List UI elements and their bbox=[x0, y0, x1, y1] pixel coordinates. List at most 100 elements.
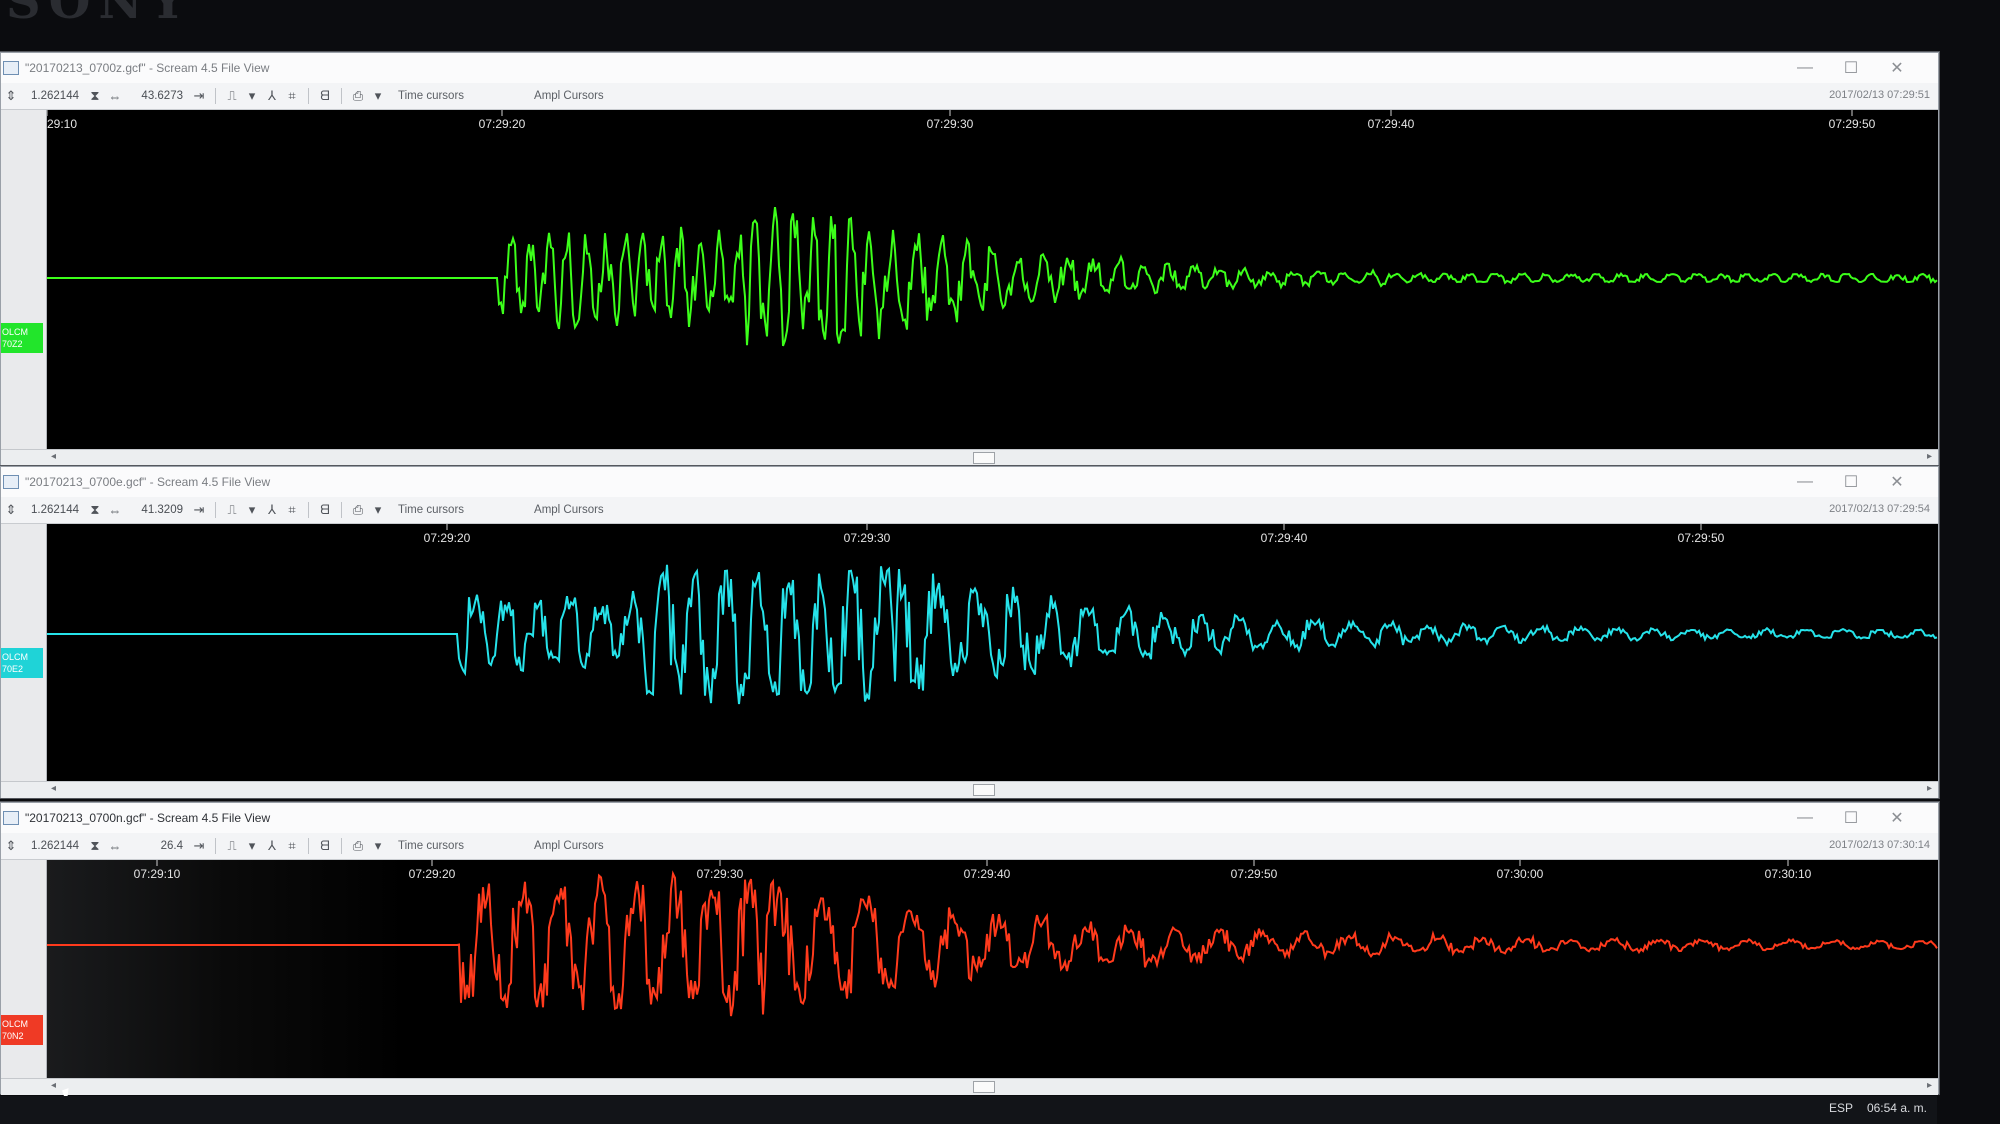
time-cursors-button[interactable]: Time cursors bbox=[398, 840, 464, 852]
compress-horizontal-icon[interactable]: ⇥ bbox=[189, 838, 209, 854]
gain-value[interactable]: 1.262144 bbox=[21, 90, 85, 102]
filter-icon[interactable]: ⎍ bbox=[222, 88, 242, 104]
maximize-button[interactable]: ☐ bbox=[1828, 808, 1874, 828]
language-indicator[interactable]: ESP bbox=[1829, 1101, 1853, 1115]
time-tick-label: 07:29:40 bbox=[1261, 531, 1308, 545]
print-dropdown-icon[interactable]: ▾ bbox=[368, 838, 388, 854]
scroll-thumb[interactable] bbox=[973, 452, 995, 464]
time-tick-label: 07:29:40 bbox=[964, 867, 1011, 881]
scroll-right-icon[interactable]: ▸ bbox=[1927, 1080, 1932, 1091]
filter-icon[interactable]: ⎍ bbox=[222, 838, 242, 854]
fit-icon[interactable]: ⌗ bbox=[282, 838, 302, 854]
time-cursors-button[interactable]: Time cursors bbox=[398, 504, 464, 516]
fit-icon[interactable]: ⌗ bbox=[282, 88, 302, 104]
stretch-horizontal-icon[interactable]: ⇔ bbox=[105, 503, 125, 518]
time-tick-label: 07:29:20 bbox=[424, 531, 471, 545]
horizontal-scrollbar[interactable]: ◂ ▸ bbox=[1, 781, 1938, 798]
scale-value[interactable]: 41.3209 bbox=[125, 504, 189, 516]
horizontal-scrollbar[interactable]: ◂ ▸ bbox=[1, 449, 1938, 466]
fit-icon[interactable]: ⌗ bbox=[282, 502, 302, 518]
channel-column: OLCM 70Z2 bbox=[1, 110, 47, 449]
compress-horizontal-icon[interactable]: ⇥ bbox=[189, 502, 209, 518]
system-tray[interactable]: ESP 06:54 a. m. bbox=[1829, 1101, 1927, 1115]
window-titlebar[interactable]: "20170213_0700e.gcf" - Scream 4.5 File V… bbox=[1, 467, 1938, 497]
gain-spin-icon[interactable]: ⇕ bbox=[1, 838, 21, 854]
scroll-left-icon[interactable]: ◂ bbox=[51, 783, 56, 794]
channel-tag[interactable]: OLCM 70E2 bbox=[1, 648, 43, 678]
channel-tag[interactable]: OLCM 70Z2 bbox=[1, 323, 43, 353]
file-view-window-e[interactable]: "20170213_0700e.gcf" - Scream 4.5 File V… bbox=[0, 466, 1939, 798]
dropdown-icon[interactable]: ▾ bbox=[242, 88, 262, 104]
close-button[interactable]: ✕ bbox=[1874, 58, 1920, 78]
toolbar: ⇕ 1.262144 ⧗ ⇔ 43.6273 ⇥ ⎍ ▾ ⅄ ⌗ ᗺ ⎙ ▾ T… bbox=[1, 83, 1938, 110]
ampl-cursors-button[interactable]: Ampl Cursors bbox=[534, 90, 604, 102]
gain-value[interactable]: 1.262144 bbox=[21, 840, 85, 852]
xy-icon[interactable]: ⅄ bbox=[262, 838, 282, 854]
file-view-window-z[interactable]: "20170213_0700z.gcf" - Scream 4.5 File V… bbox=[0, 52, 1939, 466]
print-icon[interactable]: ⎙ bbox=[348, 838, 368, 854]
gain-spin-icon[interactable]: ⇕ bbox=[1, 502, 21, 518]
waveform-plot[interactable]: 29:10 07:29:20 07:29:30 07:29:40 07:29:50 bbox=[47, 110, 1938, 449]
ampl-cursors-button[interactable]: Ampl Cursors bbox=[534, 840, 604, 852]
timestamp: 2017/02/13 07:29:51 bbox=[1829, 89, 1930, 101]
channel-column: OLCM 70N2 bbox=[1, 860, 47, 1078]
filter-icon[interactable]: ⎍ bbox=[222, 502, 242, 518]
maximize-button[interactable]: ☐ bbox=[1828, 472, 1874, 492]
minimize-button[interactable]: — bbox=[1782, 59, 1828, 77]
waveform-svg: 07:29:10 07:29:20 07:29:30 07:29:40 07:29:50… bbox=[47, 860, 1938, 1017]
print-dropdown-icon[interactable]: ▾ bbox=[368, 88, 388, 104]
hourglass-icon[interactable]: ⧗ bbox=[85, 502, 105, 518]
window-titlebar[interactable]: "20170213_0700n.gcf" - Scream 4.5 File V… bbox=[1, 803, 1938, 833]
waveform-plot[interactable]: 07:29:20 07:29:30 07:29:40 07:29:50 bbox=[47, 524, 1938, 781]
bit-icon[interactable]: ᗺ bbox=[315, 838, 335, 854]
waveform-plot[interactable]: 07:29:10 07:29:20 07:29:30 07:29:40 07:29:50… bbox=[47, 860, 1938, 1078]
dropdown-icon[interactable]: ▾ bbox=[242, 502, 262, 518]
dropdown-icon[interactable]: ▾ bbox=[242, 838, 262, 854]
scroll-left-icon[interactable]: ◂ bbox=[51, 451, 56, 462]
time-tick-label: 07:29:20 bbox=[409, 867, 456, 881]
hourglass-icon[interactable]: ⧗ bbox=[85, 88, 105, 104]
stretch-horizontal-icon[interactable]: ⇔ bbox=[105, 839, 125, 854]
bit-icon[interactable]: ᗺ bbox=[315, 502, 335, 518]
gain-value[interactable]: 1.262144 bbox=[21, 504, 85, 516]
close-button[interactable]: ✕ bbox=[1874, 808, 1920, 828]
horizontal-scrollbar[interactable]: ◂ ▸ bbox=[1, 1078, 1938, 1095]
scroll-thumb[interactable] bbox=[973, 784, 995, 796]
timestamp: 2017/02/13 07:30:14 bbox=[1829, 839, 1930, 851]
file-view-window-n[interactable]: "20170213_0700n.gcf" - Scream 4.5 File V… bbox=[0, 802, 1939, 1095]
close-button[interactable]: ✕ bbox=[1874, 472, 1920, 492]
stretch-horizontal-icon[interactable]: ⇔ bbox=[105, 89, 125, 104]
scale-value[interactable]: 43.6273 bbox=[125, 90, 189, 102]
xy-icon[interactable]: ⅄ bbox=[262, 88, 282, 104]
print-dropdown-icon[interactable]: ▾ bbox=[368, 502, 388, 518]
app-icon bbox=[3, 61, 19, 75]
window-titlebar[interactable]: "20170213_0700z.gcf" - Scream 4.5 File V… bbox=[1, 53, 1938, 83]
ampl-cursors-button[interactable]: Ampl Cursors bbox=[534, 504, 604, 516]
time-tick-label: 07:29:50 bbox=[1829, 117, 1876, 131]
hourglass-icon[interactable]: ⧗ bbox=[85, 838, 105, 854]
time-tick-label: 07:29:10 bbox=[134, 867, 181, 881]
scale-value[interactable]: 26.4 bbox=[125, 840, 189, 852]
scroll-right-icon[interactable]: ▸ bbox=[1927, 451, 1932, 462]
minimize-button[interactable]: — bbox=[1782, 473, 1828, 491]
window-title: "20170213_0700z.gcf" - Scream 4.5 File V… bbox=[25, 61, 270, 75]
gain-spin-icon[interactable]: ⇕ bbox=[1, 88, 21, 104]
time-tick-label: 29:10 bbox=[47, 117, 77, 131]
bit-icon[interactable]: ᗺ bbox=[315, 88, 335, 104]
channel-tag[interactable]: OLCM 70N2 bbox=[1, 1015, 43, 1045]
maximize-button[interactable]: ☐ bbox=[1828, 58, 1874, 78]
taskbar: ESP 06:54 a. m. bbox=[0, 1096, 1937, 1124]
waveform-svg: 29:10 07:29:20 07:29:30 07:29:40 07:29:50 bbox=[47, 110, 1938, 347]
minimize-button[interactable]: — bbox=[1782, 809, 1828, 827]
app-icon bbox=[3, 475, 19, 489]
scroll-right-icon[interactable]: ▸ bbox=[1927, 783, 1932, 794]
print-icon[interactable]: ⎙ bbox=[348, 88, 368, 104]
time-cursors-button[interactable]: Time cursors bbox=[398, 90, 464, 102]
clock[interactable]: 06:54 a. m. bbox=[1867, 1101, 1927, 1115]
scroll-thumb[interactable] bbox=[973, 1081, 995, 1093]
print-icon[interactable]: ⎙ bbox=[348, 502, 368, 518]
xy-icon[interactable]: ⅄ bbox=[262, 502, 282, 518]
compress-horizontal-icon[interactable]: ⇥ bbox=[189, 88, 209, 104]
scroll-left-icon[interactable]: ◂ bbox=[51, 1080, 56, 1091]
toolbar: ⇕ 1.262144 ⧗ ⇔ 41.3209 ⇥ ⎍ ▾ ⅄ ⌗ ᗺ ⎙ ▾ T… bbox=[1, 497, 1938, 524]
